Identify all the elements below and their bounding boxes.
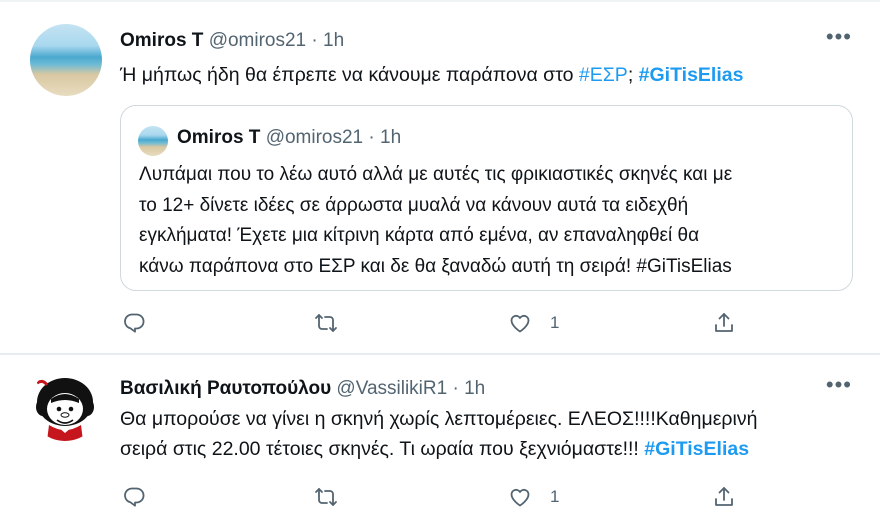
- avatar[interactable]: [29, 369, 101, 441]
- separator-dot: ·: [363, 127, 381, 148]
- tweet[interactable]: Βασιλική Ραυτοπούλου @VassilikiR1 · 1h •…: [0, 356, 880, 527]
- tweet-text-line: Θα μπορούσε να γίνει η σκηνή χωρίς λεπτο…: [120, 408, 758, 430]
- hashtag-link[interactable]: #GiTisElias: [639, 64, 744, 86]
- timestamp[interactable]: 1h: [464, 378, 485, 399]
- retweet-icon: [315, 314, 337, 332]
- reply-button[interactable]: [122, 306, 146, 340]
- quoted-tweet-header: Omiros T @omiros21 · 1h: [177, 127, 401, 149]
- tweet-text: Θα μπορούσε να γίνει η σκηνή χωρίς λεπτο…: [120, 404, 757, 464]
- mafalda-avatar-image: [29, 369, 101, 441]
- quoted-tweet[interactable]: Omiros T @omiros21 · 1h Λυπάμαι που το λ…: [120, 105, 853, 291]
- heart-icon: [510, 488, 530, 507]
- share-icon: [715, 487, 733, 506]
- timestamp: 1h: [380, 127, 402, 148]
- hashtag-link[interactable]: #ΕΣΡ: [579, 64, 628, 86]
- author-handle[interactable]: @omiros21: [209, 30, 306, 51]
- like-count: 1: [550, 313, 560, 332]
- author-handle[interactable]: @VassilikiR1: [336, 378, 447, 399]
- share-button[interactable]: [712, 480, 736, 514]
- hashtag-link[interactable]: #GiTisElias: [644, 438, 749, 460]
- timestamp[interactable]: 1h: [323, 30, 344, 51]
- avatar[interactable]: [30, 24, 102, 96]
- heart-icon: [510, 314, 530, 333]
- author-name[interactable]: Omiros T: [120, 30, 203, 51]
- tweet-text-part: σειρά στις 22.00 τέτοιες σκηνές. Τι ωραί…: [120, 438, 645, 460]
- share-icon: [715, 313, 733, 332]
- author-handle: @omiros21: [265, 127, 364, 148]
- top-divider: [0, 0, 880, 2]
- reply-button[interactable]: [122, 480, 146, 514]
- quoted-text-line: κάνω παράπονα στο ΕΣΡ και δε θα ξαναδώ α…: [139, 255, 732, 277]
- author-name[interactable]: Βασιλική Ραυτοπούλου: [120, 378, 331, 399]
- quoted-tweet-text: Λυπάμαι που το λέω αυτό αλλά με αυτές τι…: [139, 160, 732, 282]
- avatar[interactable]: [138, 126, 168, 156]
- tweet-divider: [0, 353, 880, 355]
- separator-dot: ·: [447, 378, 465, 399]
- tweet-text-part: ;: [627, 64, 639, 86]
- retweet-button[interactable]: [314, 480, 338, 514]
- reply-icon: [124, 487, 145, 507]
- more-icon[interactable]: •••: [826, 372, 852, 398]
- like-button[interactable]: 1: [508, 480, 559, 514]
- like-count: 1: [550, 487, 560, 506]
- quoted-text-line: το 12+ δίνετε ιδέες σε άρρωστα μυαλά να …: [139, 194, 689, 216]
- quoted-text-line: εγκλήματα! Έχετε μια κίτρινη κάρτα από ε…: [139, 225, 700, 246]
- separator-dot: ·: [306, 30, 324, 51]
- tweet-header: Βασιλική Ραυτοπούλου @VassilikiR1 · 1h: [120, 378, 485, 400]
- retweet-button[interactable]: [314, 306, 338, 340]
- tweet[interactable]: Omiros T @omiros21 · 1h ••• Ή μήπως ήδη …: [0, 10, 880, 353]
- quoted-text-line: Λυπάμαι που το λέω αυτό αλλά με αυτές τι…: [139, 164, 733, 185]
- retweet-icon: [315, 488, 337, 506]
- tweet-text-line: σειρά στις 22.00 τέτοιες σκηνές. Τι ωραί…: [120, 434, 757, 464]
- more-icon[interactable]: •••: [826, 24, 852, 50]
- reply-icon: [124, 313, 145, 333]
- action-bar: 1: [0, 306, 880, 340]
- like-button[interactable]: 1: [508, 306, 559, 340]
- share-button[interactable]: [712, 306, 736, 340]
- tweet-text-part: Ή μήπως ήδη θα έπρεπε να κάνουμε παράπον…: [120, 64, 579, 86]
- author-name: Omiros T: [177, 127, 261, 148]
- action-bar: 1: [0, 480, 880, 514]
- tweet-text: Ή μήπως ήδη θα έπρεπε να κάνουμε παράπον…: [120, 60, 743, 90]
- tweet-header: Omiros T @omiros21 · 1h: [120, 30, 344, 52]
